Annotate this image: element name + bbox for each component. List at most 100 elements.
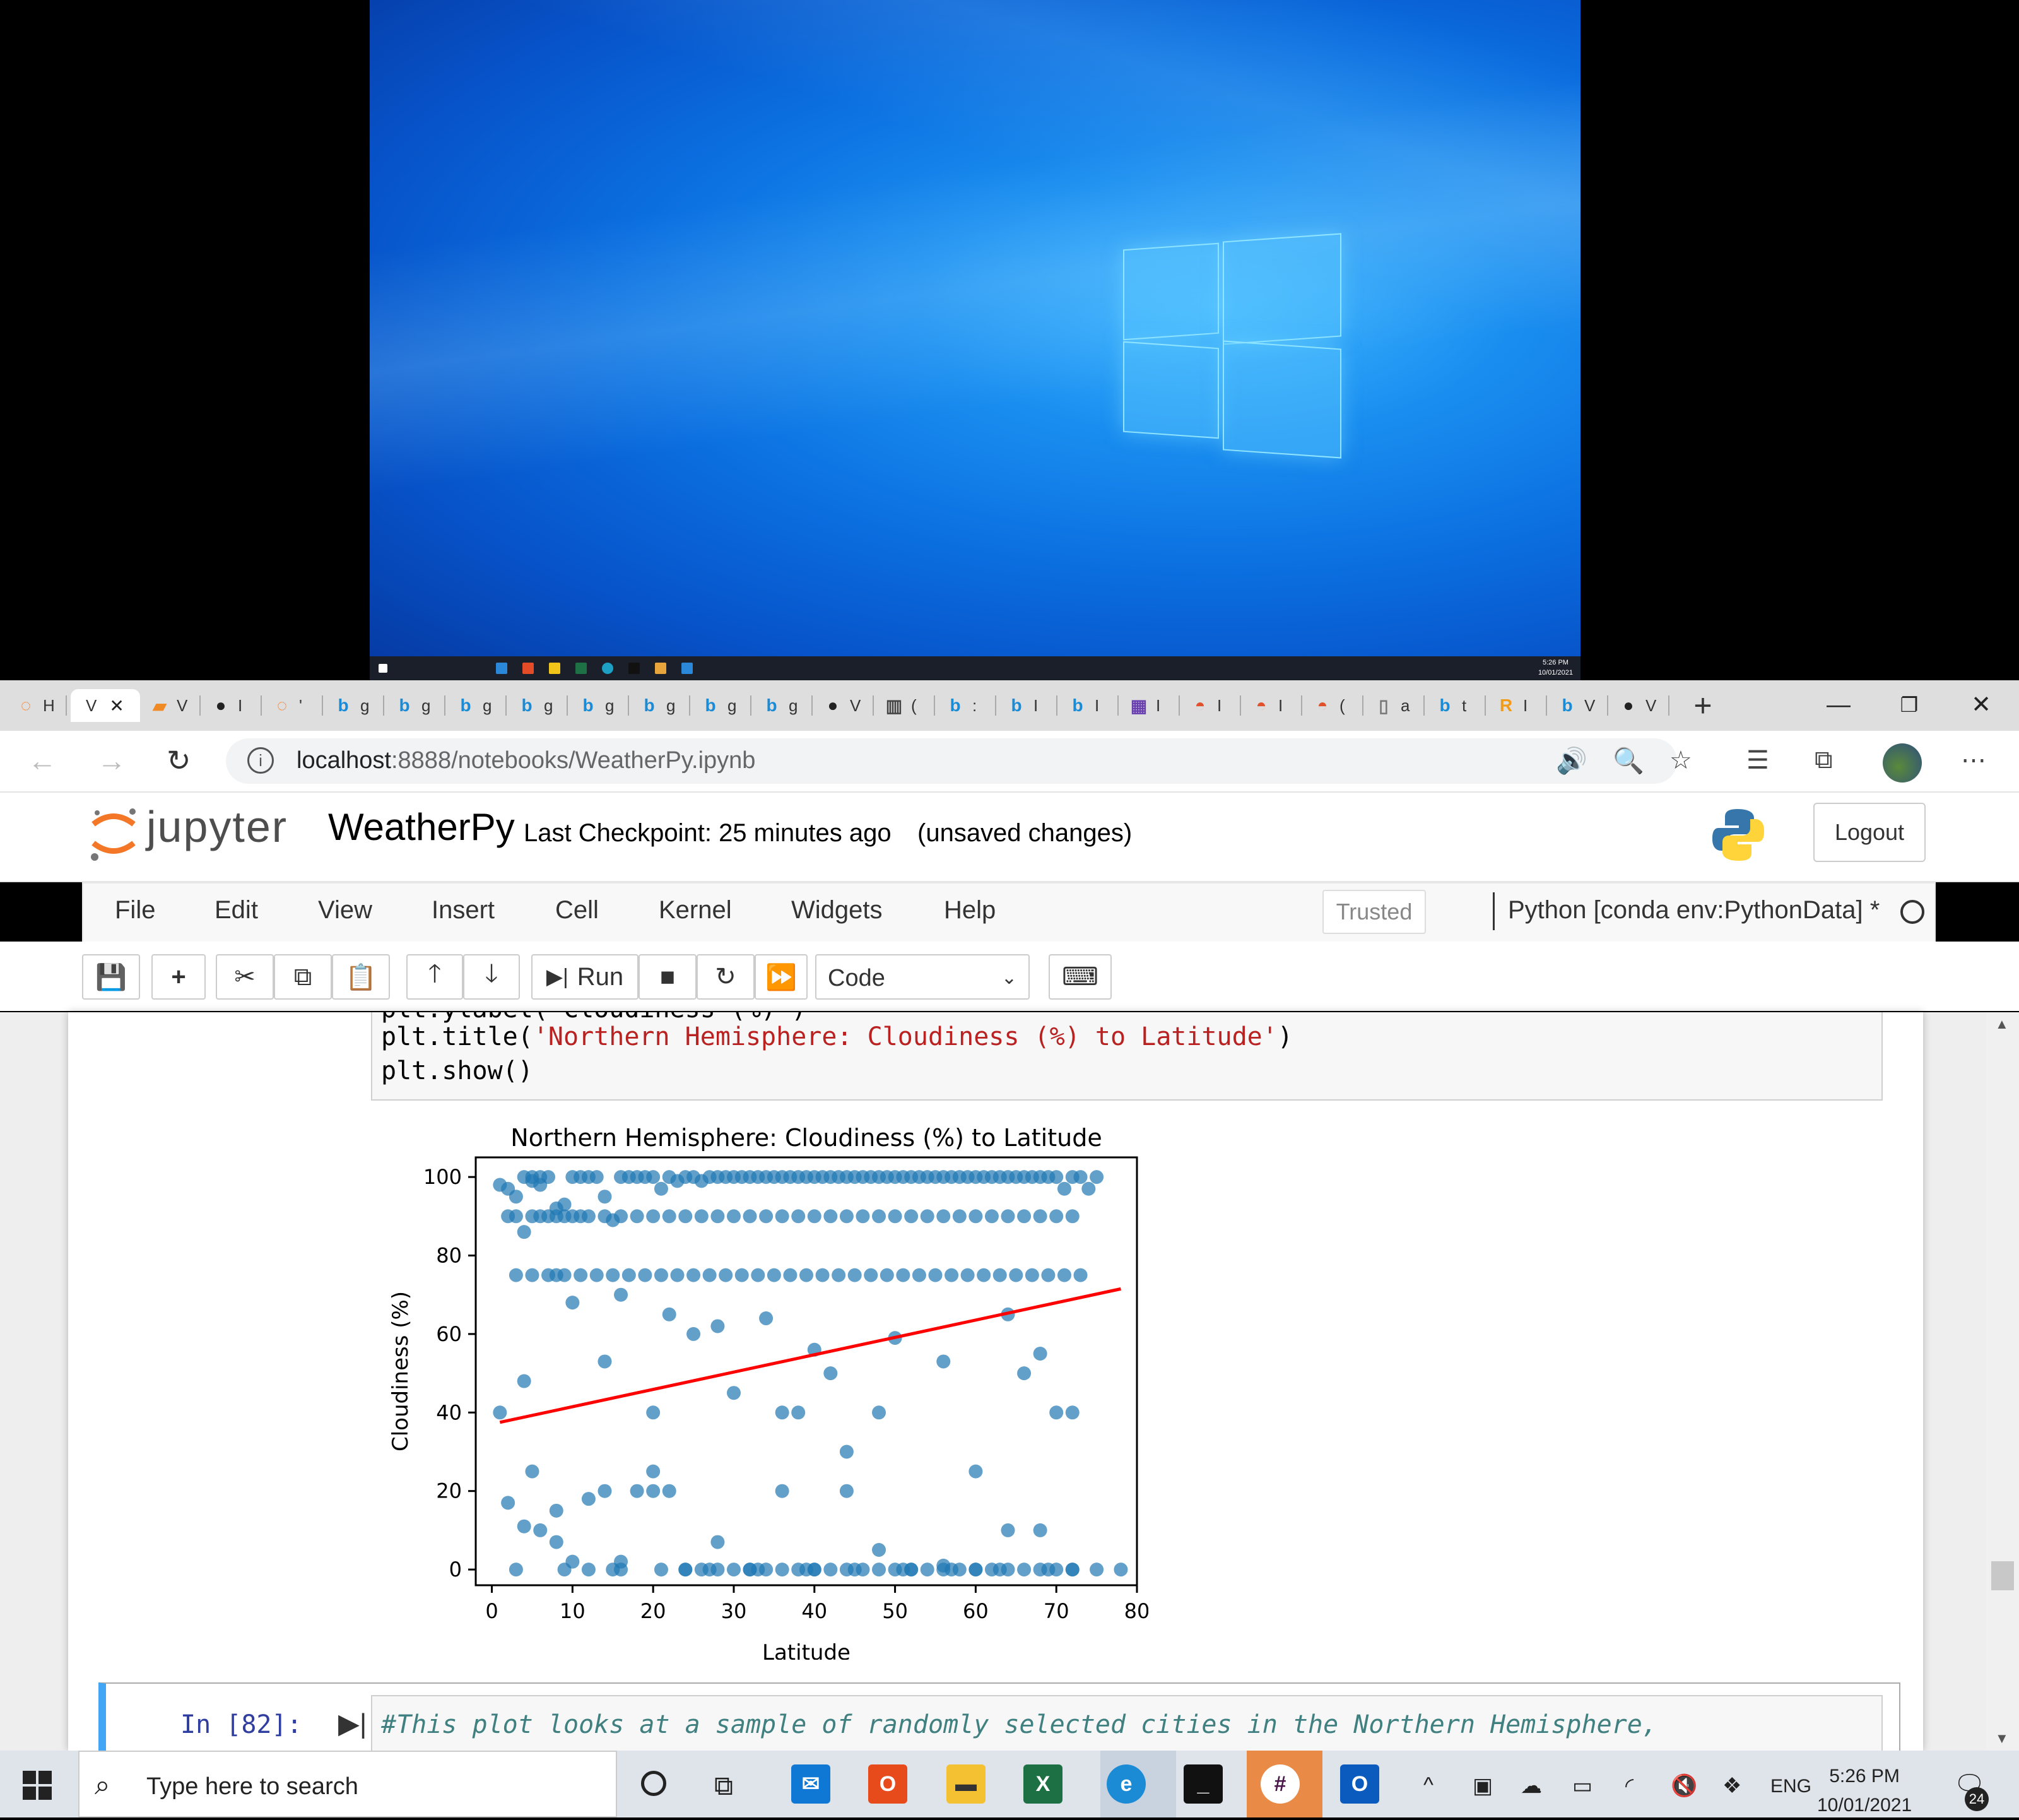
keyboard-shortcuts-icon[interactable]: ⌨ xyxy=(1049,954,1112,1000)
move-down-icon[interactable]: 🡓 xyxy=(463,954,520,1000)
data-point xyxy=(952,1209,967,1224)
dropbox-icon[interactable]: ❖ xyxy=(1722,1773,1741,1799)
run-cell-icon[interactable]: ▶| xyxy=(338,1708,367,1740)
menu-file[interactable]: File xyxy=(115,896,155,925)
cortana-icon[interactable] xyxy=(641,1771,666,1796)
browser-tab[interactable]: RI xyxy=(1486,689,1547,722)
onedrive-icon[interactable]: ☁ xyxy=(1521,1773,1542,1799)
mail-app-icon[interactable]: ✉ xyxy=(791,1764,830,1804)
browser-tab[interactable]: ● V xyxy=(813,689,874,722)
tray-overflow-icon[interactable]: ^ xyxy=(1423,1773,1433,1798)
favorite-star-icon[interactable]: ☆ xyxy=(1669,746,1692,775)
browser-tab[interactable]: bI xyxy=(1058,689,1119,722)
save-icon[interactable]: 💾 xyxy=(82,954,140,1000)
browser-tab[interactable]: V ✕ xyxy=(71,689,140,722)
browser-tab[interactable]: bV xyxy=(1548,689,1608,722)
office-app-icon[interactable]: O xyxy=(868,1764,907,1804)
trusted-badge[interactable]: Trusted xyxy=(1322,890,1426,934)
outlook-app-icon[interactable]: O xyxy=(1340,1764,1379,1804)
browser-tab[interactable]: bg xyxy=(385,689,445,722)
browser-tab[interactable]: bg xyxy=(324,689,384,722)
browser-tab[interactable]: b: xyxy=(936,689,996,722)
browser-tab[interactable]: ◌ H xyxy=(6,689,67,722)
scrollbar-thumb[interactable] xyxy=(1991,1561,2014,1590)
menu-view[interactable]: View xyxy=(318,896,372,925)
browser-tab[interactable]: bg xyxy=(630,689,690,722)
browser-tab[interactable]: ◓ I xyxy=(1180,689,1241,722)
cell-type-select[interactable]: Code ⌄ xyxy=(815,954,1030,1000)
read-aloud-icon[interactable]: 🔊 xyxy=(1556,746,1587,776)
browser-tab[interactable]: ● V xyxy=(1609,689,1669,722)
meet-now-icon[interactable]: ▣ xyxy=(1473,1773,1493,1799)
insert-cell-icon[interactable]: + xyxy=(151,954,206,1000)
wifi-icon[interactable]: ◜ xyxy=(1625,1773,1633,1799)
menu-edit[interactable]: Edit xyxy=(215,896,258,925)
browser-tab[interactable]: ◓( xyxy=(1303,689,1363,722)
slack-app-icon[interactable]: # xyxy=(1261,1764,1300,1804)
profile-avatar[interactable] xyxy=(1883,743,1922,783)
close-window-button[interactable]: ✕ xyxy=(1950,685,2013,724)
browser-tab[interactable]: bg xyxy=(507,689,568,722)
browser-tab[interactable]: bg xyxy=(568,689,629,722)
scroll-down-icon[interactable]: ▼ xyxy=(1995,1730,2009,1747)
code-cell-input[interactable]: plt.ylabel('Cloudiness (%)') plt.title('… xyxy=(371,1012,1883,1101)
excel-app-icon[interactable]: X xyxy=(1023,1764,1062,1804)
edge-browser-icon[interactable]: e xyxy=(1107,1764,1146,1804)
restart-run-all-icon[interactable]: ⏩ xyxy=(755,954,808,1000)
menu-cell[interactable]: Cell xyxy=(555,896,599,925)
browser-tab[interactable]: bt xyxy=(1425,689,1486,722)
refresh-icon[interactable]: ↻ xyxy=(167,743,191,777)
favorites-list-icon[interactable]: ☰ xyxy=(1746,746,1769,775)
cut-icon[interactable]: ✂ xyxy=(216,954,274,1000)
battery-icon[interactable]: ▭ xyxy=(1572,1773,1592,1799)
back-icon[interactable]: ← xyxy=(28,743,57,777)
restart-icon[interactable]: ↻ xyxy=(697,954,755,1000)
new-tab-button[interactable]: + xyxy=(1681,688,1725,723)
info-icon[interactable]: i xyxy=(247,747,274,774)
paste-icon[interactable]: 📋 xyxy=(332,954,390,1000)
close-tab-icon[interactable]: ✕ xyxy=(109,695,124,716)
kernel-name[interactable]: Python [conda env:PythonData] * xyxy=(1508,896,1880,925)
more-menu-icon[interactable]: ⋯ xyxy=(1961,746,1986,775)
browser-tab[interactable]: ▥( xyxy=(874,689,935,722)
menu-help[interactable]: Help xyxy=(944,896,996,925)
menu-widgets[interactable]: Widgets xyxy=(791,896,883,925)
interrupt-icon[interactable]: ■ xyxy=(639,954,697,1000)
restore-button[interactable]: ❐ xyxy=(1878,685,1941,724)
move-up-icon[interactable]: 🡑 xyxy=(406,954,463,1000)
copy-icon[interactable]: ⧉ xyxy=(274,954,332,1000)
menu-insert[interactable]: Insert xyxy=(432,896,495,925)
task-view-icon[interactable]: ⧉ xyxy=(714,1771,733,1802)
data-point xyxy=(992,1268,1007,1282)
browser-tab[interactable]: ▯ a xyxy=(1364,689,1425,722)
data-point xyxy=(759,1311,774,1326)
notebook-name[interactable]: WeatherPy xyxy=(328,805,515,849)
browser-tab[interactable]: bI xyxy=(997,689,1057,722)
browser-tab[interactable]: ▰ V xyxy=(140,689,201,722)
logout-button[interactable]: Logout xyxy=(1813,803,1926,862)
scroll-up-icon[interactable]: ▲ xyxy=(1995,1016,2009,1032)
start-button-icon[interactable] xyxy=(23,1771,52,1800)
browser-tab[interactable]: ● I xyxy=(201,689,262,722)
volume-muted-icon[interactable]: 🔇 xyxy=(1671,1773,1697,1799)
menu-kernel[interactable]: Kernel xyxy=(659,896,732,925)
browser-tab[interactable]: ▦ I xyxy=(1119,689,1180,722)
forward-icon[interactable]: → xyxy=(97,743,126,777)
language-indicator[interactable]: ENG xyxy=(1770,1776,1811,1797)
browser-tab[interactable]: bg xyxy=(446,689,507,722)
scrollbar[interactable]: ▲ ▼ xyxy=(1986,1012,2019,1751)
browser-tab[interactable]: ◌ ' xyxy=(262,689,323,722)
browser-tab[interactable]: bg xyxy=(691,689,751,722)
minimize-button[interactable]: — xyxy=(1807,685,1870,724)
jupyter-logo-icon[interactable] xyxy=(88,805,139,862)
terminal-app-icon[interactable]: _ xyxy=(1184,1764,1223,1804)
run-button[interactable]: ▶| Run xyxy=(531,954,639,1000)
file-explorer-icon[interactable]: ▬ xyxy=(946,1764,986,1804)
data-point xyxy=(549,1535,563,1549)
data-point xyxy=(597,1190,612,1204)
browser-tab[interactable]: bg xyxy=(752,689,813,722)
taskbar-clock[interactable]: 5:26 PM 10/01/2021 xyxy=(1817,1762,1912,1820)
zoom-icon[interactable]: 🔍 xyxy=(1613,746,1644,776)
browser-tab[interactable]: ◓ I xyxy=(1242,689,1302,722)
collections-icon[interactable]: ⧉ xyxy=(1815,746,1833,774)
